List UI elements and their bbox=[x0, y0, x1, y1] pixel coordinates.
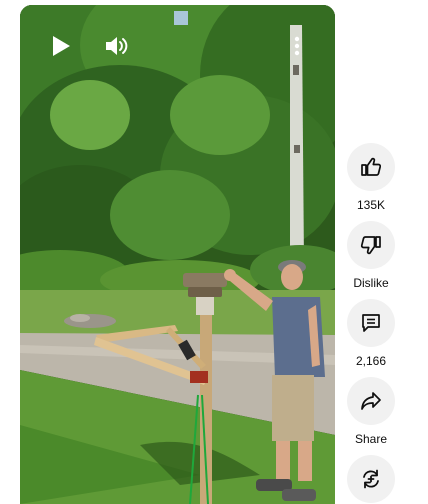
remix-icon bbox=[363, 469, 379, 489]
comments-action: 2,166 bbox=[346, 299, 396, 368]
video-frame[interactable] bbox=[20, 5, 335, 504]
share-icon bbox=[361, 392, 381, 410]
share-button[interactable] bbox=[347, 377, 395, 425]
dislike-label: Dislike bbox=[353, 276, 389, 290]
remix-button[interactable] bbox=[347, 455, 395, 503]
comment-count: 2,166 bbox=[355, 354, 387, 368]
play-icon bbox=[53, 36, 70, 56]
thumb-down-icon bbox=[360, 236, 381, 255]
like-button[interactable] bbox=[347, 143, 395, 191]
comments-button[interactable] bbox=[347, 299, 395, 347]
like-action: 135K bbox=[346, 143, 396, 212]
comment-icon bbox=[362, 314, 380, 332]
volume-button[interactable] bbox=[100, 29, 134, 63]
play-button[interactable] bbox=[44, 29, 78, 63]
like-count: 135K bbox=[356, 198, 386, 212]
thumb-up-icon bbox=[361, 157, 382, 176]
dislike-action: Dislike bbox=[346, 221, 396, 290]
video-player[interactable] bbox=[20, 5, 335, 504]
share-label: Share bbox=[354, 432, 388, 446]
more-vert-icon bbox=[294, 36, 300, 56]
dislike-button[interactable] bbox=[347, 221, 395, 269]
more-options-button[interactable] bbox=[282, 29, 312, 63]
remix-action bbox=[346, 455, 396, 503]
shorts-page: 135K Dislike 2,166 Share bbox=[0, 0, 428, 504]
volume-icon bbox=[106, 37, 128, 55]
share-action: Share bbox=[346, 377, 396, 446]
